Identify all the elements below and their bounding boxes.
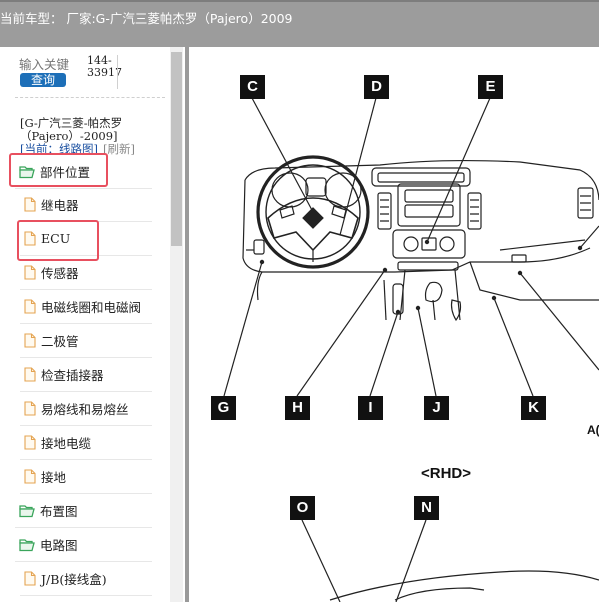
tree-folder-layout[interactable]: 布置图 — [15, 494, 152, 528]
tree-item-check-connector[interactable]: 检查插接器 — [20, 358, 152, 392]
cut-off-label: A( — [587, 423, 599, 437]
tree-item-fusible-links[interactable]: 易熔线和易熔丝 — [20, 392, 152, 426]
callout-o: O — [290, 496, 315, 520]
tree-item-sensor[interactable]: 传感器 — [20, 256, 152, 290]
tree-label: J/B(接线盒) — [41, 572, 107, 587]
callout-j: J — [424, 396, 449, 420]
search-button[interactable]: 查询 — [20, 73, 66, 87]
callout-g: G — [211, 396, 236, 420]
diagram-panel: C D E G H I J K O N — [189, 47, 599, 602]
document-icon — [24, 401, 36, 416]
callout-k: K — [521, 396, 546, 420]
document-icon — [24, 197, 36, 212]
highlight-box-ecu — [17, 220, 99, 261]
tree-label: 接地 — [41, 470, 67, 485]
callout-n: N — [414, 496, 439, 520]
document-icon — [24, 367, 36, 382]
callout-e: E — [478, 75, 503, 99]
tree-item-ground[interactable]: 接地 — [20, 460, 152, 494]
folder-open-icon — [19, 538, 35, 551]
callout-d: D — [364, 75, 389, 99]
document-icon — [24, 435, 36, 450]
highlight-box-component-locations — [9, 153, 108, 187]
callout-h: H — [285, 396, 310, 420]
tree-item-ground-cable[interactable]: 接地电缆 — [20, 426, 152, 460]
tree-label: 电磁线圈和电磁阀 — [41, 300, 142, 315]
tree-label: 布置图 — [40, 504, 78, 519]
tree-label: 电路图 — [40, 538, 78, 553]
sidebar-divider — [15, 97, 165, 98]
tree-folder-wiring[interactable]: 电路图 — [15, 528, 152, 562]
title-bar-edge — [0, 0, 599, 2]
tree-item-solenoids[interactable]: 电磁线圈和电磁阀 — [20, 290, 152, 324]
callout-i: I — [358, 396, 383, 420]
tree-label: 传感器 — [41, 266, 79, 281]
document-icon — [24, 333, 36, 348]
folder-open-icon — [19, 504, 35, 517]
document-icon — [24, 469, 36, 484]
current-vehicle-title: 当前车型： 厂家:G-广汽三菱帕杰罗（Pajero）2009 — [0, 11, 293, 26]
tree-item-junction-block[interactable]: J/B(接线盒) — [20, 562, 152, 596]
tree-label: 接地电缆 — [41, 436, 92, 451]
tree-item-diode[interactable]: 二极管 — [20, 324, 152, 358]
document-icon — [24, 299, 36, 314]
sidebar-scrollbar-thumb[interactable] — [171, 52, 182, 246]
model-name: [G-广汽三菱-帕杰罗（Pajero）-2009] — [20, 116, 123, 143]
title-bar: 当前车型： 厂家:G-广汽三菱帕杰罗（Pajero）2009 — [0, 0, 599, 47]
tree-item-relay[interactable]: 继电器 — [20, 188, 152, 222]
code-divider — [117, 55, 118, 89]
document-icon — [24, 265, 36, 280]
tree-label: 继电器 — [41, 198, 79, 213]
tree-label: 易熔线和易熔丝 — [41, 402, 129, 417]
callout-c: C — [240, 75, 265, 99]
document-icon — [24, 571, 36, 586]
tree-label: 检查插接器 — [41, 368, 104, 383]
rhd-label: <RHD> — [421, 465, 472, 482]
search-input[interactable] — [19, 58, 71, 71]
tree-label: 二极管 — [41, 334, 79, 349]
dashboard-diagram — [223, 97, 599, 602]
